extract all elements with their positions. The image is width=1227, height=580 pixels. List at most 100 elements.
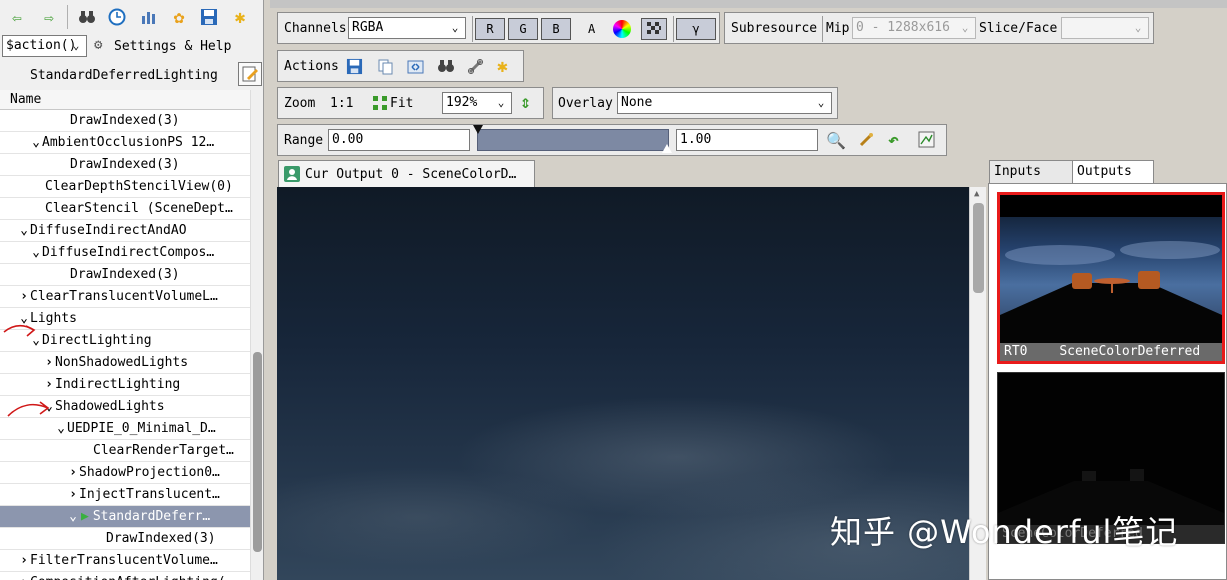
auto-fit-icon[interactable] [858,131,875,152]
zoom-range-icon[interactable]: 🔍 [826,131,846,150]
channels-combo[interactable]: RGBA ⌄ [348,17,466,39]
actions-toolbar: Actions ✱ [277,50,524,82]
flip-vertical-icon[interactable]: ⇕ [520,92,531,113]
flower-icon[interactable]: ✿ [168,6,190,28]
action-combo[interactable]: $action() ⌄ [2,35,87,57]
current-event-flag-icon: ▶ [81,509,89,524]
tree-row[interactable]: ClearRenderTarget… [0,440,250,462]
tree-row-label: UEDPIE_0_Minimal_D… [67,421,216,436]
copy-icon[interactable] [377,58,394,79]
tree-row[interactable]: ⌄ DiffuseIndirectCompos… [0,242,250,264]
tree-scrollbar[interactable] [250,90,263,580]
tab-outputs[interactable]: Outputs [1072,160,1154,184]
range-max-input[interactable]: 1.00 [676,129,818,151]
tree-row-label: DrawIndexed(3) [70,113,180,128]
save-icon[interactable] [198,6,220,28]
chevron-right-icon[interactable]: › [18,286,30,307]
chevron-down-icon[interactable]: ⌄ [30,242,42,263]
tree-row[interactable]: ClearDepthStencilView(0) [0,176,250,198]
texture-tab-label: Cur Output 0 - SceneColorD… [305,167,517,182]
binoculars-icon[interactable] [76,6,98,28]
puzzle-icon[interactable]: ✱ [229,6,251,28]
range-max-handle[interactable] [662,144,672,153]
tree-row[interactable]: › InjectTranslucent… [0,484,250,506]
chevron-down-icon: ⌄ [497,96,505,109]
toolbar-separator [67,5,68,29]
tree-row[interactable]: ⌄ ▶ StandardDeferr… [0,506,250,528]
reset-range-icon[interactable]: ↶ [888,130,899,151]
tree-row[interactable]: ›CompositionAfterLighting(… [0,572,250,580]
tree-row[interactable]: › ClearTranslucentVolumeL… [0,286,250,308]
tree-row[interactable]: › ShadowProjection0… [0,462,250,484]
clock-icon[interactable] [106,6,128,28]
tree-row[interactable]: ⌄ AmbientOcclusionPS 12… [0,132,250,154]
chevron-right-icon[interactable]: › [67,462,79,483]
output-thumbnail-rt0[interactable]: RT0 SceneColorDeferred [997,192,1225,364]
checkerboard-button[interactable] [641,18,667,40]
tree-row[interactable]: › FilterTranslucentVolume… [0,550,250,572]
overlay-combo[interactable]: None ⌄ [617,92,832,114]
channel-r-toggle[interactable]: R [475,18,505,40]
tree-row[interactable]: DrawIndexed(3) [0,110,250,132]
arrow-left-icon[interactable]: ⇦ [6,6,28,28]
tree-row[interactable]: ClearStencil (SceneDept… [0,198,250,220]
chevron-right-icon[interactable]: › [18,550,30,571]
chevron-down-icon: ⌄ [817,96,825,109]
gear-icon[interactable]: ⚙ [94,37,102,53]
chevron-down-icon: ⌄ [72,39,80,52]
tree-row[interactable]: DrawIndexed(3) [0,154,250,176]
save-icon[interactable] [346,58,363,79]
top-tab-strip [270,0,1227,8]
slice-face-combo[interactable]: ⌄ [1061,17,1149,39]
puzzle-icon[interactable]: ✱ [497,56,508,77]
tab-inputs[interactable]: Inputs [989,160,1073,184]
tree-row-label: DrawIndexed(3) [70,157,180,172]
tree-header-name[interactable]: Name [0,90,250,110]
stats-icon[interactable] [138,6,160,28]
edit-button[interactable] [238,62,262,86]
chevron-right-icon[interactable]: › [18,572,30,580]
fit-icon[interactable] [372,95,388,115]
zoom-1to1-button[interactable]: 1:1 [330,95,353,113]
range-label: Range [284,133,324,148]
chevron-down-icon[interactable]: ⌄ [67,506,79,527]
zoom-fit-button[interactable]: Fit [390,95,413,113]
tree-row-label: DrawIndexed(3) [70,267,180,282]
color-wheel-icon[interactable] [613,20,631,38]
thumbnail-name: SceneColorDeferred [1059,344,1201,359]
thumbnail-slot: RT0 [1004,344,1028,359]
range-histogram-slider[interactable] [477,129,669,151]
thumbnail-caption: RT0 SceneColorDeferred [1000,343,1222,361]
histogram-icon[interactable] [918,131,935,152]
tree-row[interactable]: DrawIndexed(3) [0,264,250,286]
link-icon[interactable] [467,58,484,79]
tree-scrollbar-thumb[interactable] [253,352,262,552]
tree-row[interactable]: DrawIndexed(3) [0,528,250,550]
scroll-up-icon[interactable]: ▲ [974,189,979,199]
overlay-label: Overlay [558,96,613,111]
red-annotation-arrows [3,324,50,417]
channel-g-toggle[interactable]: G [508,18,538,40]
tree-row-label: ClearDepthStencilView(0) [45,179,233,194]
channels-combo-value: RGBA [352,20,384,35]
settings-help-link[interactable]: Settings & Help [114,38,231,56]
chevron-right-icon[interactable]: › [67,484,79,505]
viewport-scrollbar-thumb[interactable] [973,203,984,293]
channel-b-toggle[interactable]: B [541,18,571,40]
channels-toolbar: Channels RGBA ⌄ R G B A γ [277,12,720,44]
gamma-toggle[interactable]: γ [676,18,716,40]
binoculars-icon[interactable] [437,58,455,78]
zoom-combo[interactable]: 192% ⌄ [442,92,512,114]
texture-tab[interactable]: Cur Output 0 - SceneColorD… [278,160,535,187]
chevron-down-icon[interactable]: ⌄ [18,220,30,241]
tree-row[interactable]: ⌄ DiffuseIndirectAndAO [0,220,250,242]
goto-icon[interactable] [407,58,424,79]
channel-a-toggle[interactable]: A [588,20,595,38]
range-min-handle[interactable] [473,125,483,134]
tree-row-label: AmbientOcclusionPS 12… [42,135,215,150]
chevron-down-icon[interactable]: ⌄ [30,132,42,153]
mip-combo[interactable]: 0 - 1288x616 ⌄ [852,17,976,39]
range-min-input[interactable]: 0.00 [328,129,470,151]
chevron-down-icon: ⌄ [961,21,969,34]
arrow-right-icon[interactable]: ⇨ [38,6,60,28]
